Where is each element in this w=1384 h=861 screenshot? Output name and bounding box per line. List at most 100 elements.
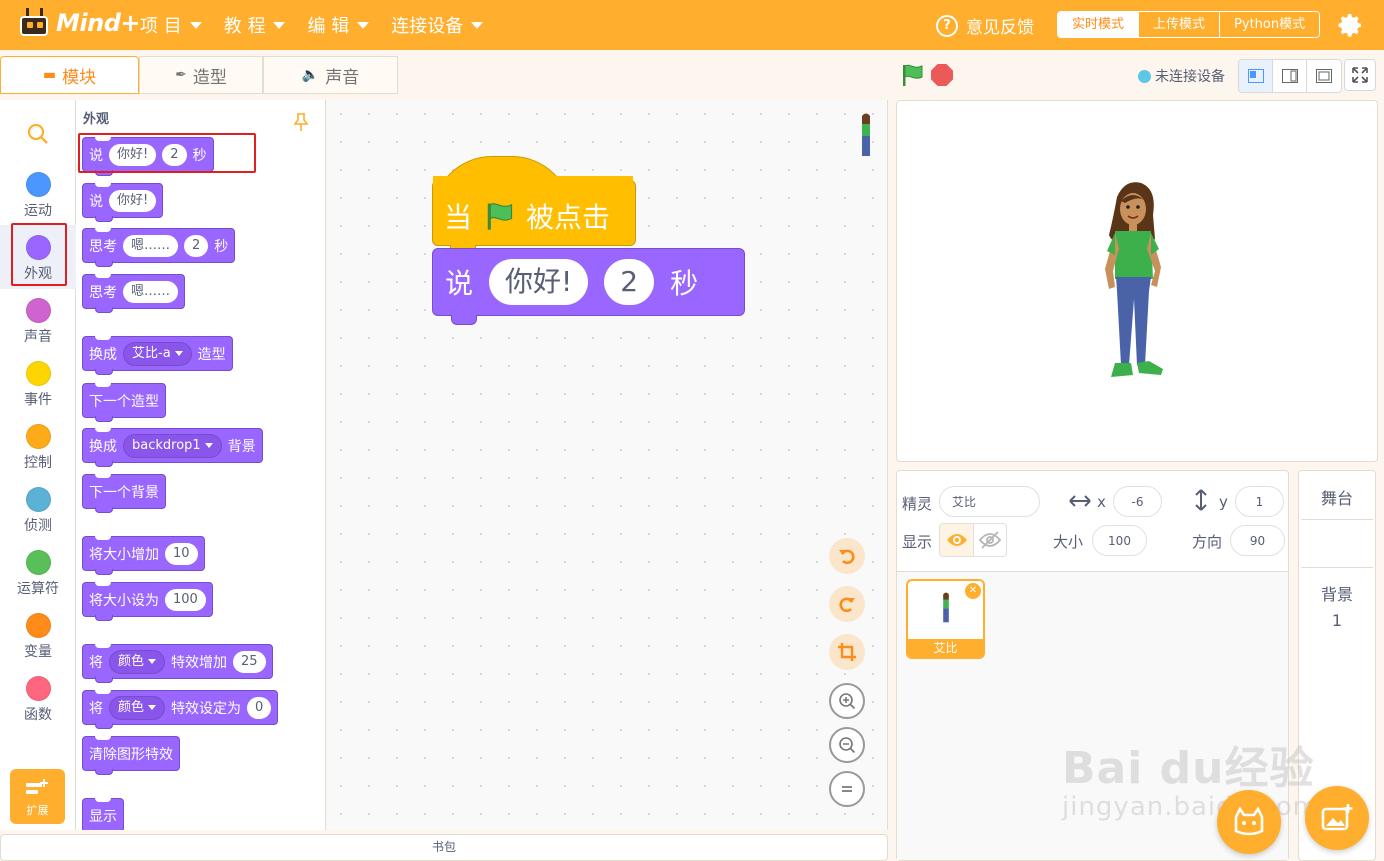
block-think[interactable]: 思考 嗯…… <box>82 274 186 313</box>
sprite-abby-image <box>1105 182 1163 377</box>
script-area[interactable]: 当 被点击 说 你好! 2 秒 <box>327 100 888 830</box>
menu-edit[interactable]: 编 辑 <box>307 12 370 38</box>
crop-button[interactable] <box>829 634 865 670</box>
mode-upload[interactable]: 上传模式 <box>1138 12 1220 37</box>
menu-project[interactable]: 项 目 <box>140 12 202 38</box>
block-clear-effects[interactable]: 清除图形特效 <box>82 736 180 775</box>
menu-tutorial[interactable]: 教 程 <box>224 12 286 38</box>
mode-realtime[interactable]: 实时模式 <box>1058 12 1139 37</box>
block-show[interactable]: 显示 <box>82 798 124 830</box>
sprite-name-input[interactable]: 艾比 <box>939 486 1040 517</box>
hat-block-when-flag-clicked[interactable]: 当 被点击 <box>432 156 636 253</box>
show-sprite-button[interactable] <box>940 524 973 556</box>
direction-label: 方向 <box>1192 533 1223 551</box>
layout-large-stage-button[interactable] <box>1307 60 1341 92</box>
block-text: 将大小设为 <box>89 592 159 609</box>
redo-button[interactable] <box>829 586 865 622</box>
connection-status-label: 未连接设备 <box>1155 69 1225 85</box>
category-label: 运动 <box>24 203 52 219</box>
undo-button[interactable] <box>829 538 865 574</box>
category-sound[interactable]: 声音 <box>0 298 76 346</box>
block-input-number[interactable]: 10 <box>165 542 198 565</box>
category-label: 控制 <box>24 455 52 471</box>
tab-sounds-label: 声音 <box>325 67 360 88</box>
add-backdrop-button[interactable] <box>1305 786 1369 850</box>
block-input-number[interactable]: 0 <box>247 696 272 719</box>
direction-input[interactable]: 90 <box>1230 525 1285 556</box>
block-change-size[interactable]: 将大小增加 10 <box>82 536 205 575</box>
block-text: 特效增加 <box>171 654 228 671</box>
block-input-message[interactable]: 嗯…… <box>123 280 179 303</box>
dropdown-value: 颜色 <box>118 699 145 715</box>
sprite-card[interactable]: ✕ 艾比 <box>906 579 985 659</box>
delete-sprite-icon[interactable]: ✕ <box>965 583 981 599</box>
category-motion[interactable]: 运动 <box>0 172 76 220</box>
y-label: y <box>1219 493 1228 511</box>
category-dot <box>25 361 51 386</box>
costume-dropdown[interactable]: 艾比-a <box>123 341 192 366</box>
stage-canvas[interactable] <box>896 100 1378 462</box>
block-set-effect[interactable]: 将 颜色 特效设定为 0 <box>82 690 279 729</box>
block-think-for-secs[interactable]: 思考 嗯…… 2 秒 <box>82 228 236 267</box>
effect-dropdown[interactable]: 颜色 <box>109 649 166 674</box>
stop-icon[interactable] <box>931 64 953 86</box>
y-input[interactable]: 1 <box>1235 486 1284 517</box>
zoom-reset-button[interactable] <box>829 771 865 807</box>
block-input-secs[interactable]: 2 <box>604 259 655 305</box>
category-sensing[interactable]: 侦测 <box>0 487 76 535</box>
category-control[interactable]: 控制 <box>0 424 76 472</box>
hide-sprite-button[interactable] <box>973 524 1006 556</box>
watermark-text: Bai du经验 <box>1062 743 1315 794</box>
sprite-thumbnail-icon <box>943 592 949 623</box>
tab-blocks[interactable]: ▬ 模块 <box>0 56 139 94</box>
backpack-bar[interactable]: 书包 <box>0 834 888 861</box>
size-input[interactable]: 100 <box>1092 525 1147 556</box>
green-flag-icon[interactable] <box>900 63 924 87</box>
block-switch-backdrop[interactable]: 换成 backdrop1 背景 <box>82 428 263 467</box>
category-variables[interactable]: 变量 <box>0 613 76 661</box>
zoom-out-button[interactable] <box>829 727 865 763</box>
effect-dropdown[interactable]: 颜色 <box>109 695 166 720</box>
category-functions[interactable]: 函数 <box>0 676 76 724</box>
block-next-costume[interactable]: 下一个造型 <box>82 383 166 422</box>
block-input-message[interactable]: 你好! <box>109 189 157 212</box>
caret-down-icon <box>174 351 183 356</box>
block-switch-costume[interactable]: 换成 艾比-a 造型 <box>82 336 233 375</box>
app-logo[interactable]: Mind+ <box>18 8 140 38</box>
fullscreen-button[interactable] <box>1344 59 1376 91</box>
block-next-backdrop[interactable]: 下一个背景 <box>82 474 166 513</box>
gear-icon[interactable] <box>1337 12 1363 38</box>
block-change-effect[interactable]: 将 颜色 特效增加 25 <box>82 644 273 683</box>
category-operators[interactable]: 运算符 <box>0 550 76 598</box>
block-text: 当 <box>444 201 473 234</box>
layout-normal-stage-button[interactable] <box>1273 60 1307 92</box>
script-block-say-for-secs[interactable]: 说 你好! 2 秒 <box>432 248 745 316</box>
fullscreen-icon <box>1352 67 1368 83</box>
search-icon[interactable] <box>26 122 50 146</box>
category-events[interactable]: 事件 <box>0 361 76 409</box>
block-input-message[interactable]: 你好! <box>489 259 589 305</box>
backdrop-dropdown[interactable]: backdrop1 <box>123 433 222 458</box>
feedback-button[interactable]: ? 意见反馈 <box>936 13 1034 38</box>
add-sprite-button[interactable] <box>1217 790 1281 854</box>
block-say[interactable]: 说 你好! <box>82 183 164 222</box>
block-input-number[interactable]: 100 <box>165 588 206 611</box>
block-set-size[interactable]: 将大小设为 100 <box>82 582 213 621</box>
mode-python[interactable]: Python模式 <box>1219 12 1320 37</box>
tab-costumes[interactable]: ✒ 造型 <box>139 56 263 94</box>
x-label: x <box>1097 493 1106 511</box>
extension-button[interactable]: 扩展 <box>10 769 65 824</box>
block-input-number[interactable]: 25 <box>233 650 266 673</box>
tab-costumes-label: 造型 <box>192 67 227 88</box>
pin-icon[interactable] <box>292 112 310 132</box>
zoom-in-button[interactable] <box>829 683 865 719</box>
layout-small-stage-button[interactable] <box>1239 60 1273 92</box>
menu-connect-device[interactable]: 连接设备 <box>391 12 484 38</box>
x-input[interactable]: -6 <box>1113 486 1162 517</box>
block-input-message[interactable]: 嗯…… <box>123 234 179 257</box>
editor-tabs: ▬ 模块 ✒ 造型 🔈 声音 <box>0 56 398 96</box>
cat-sprite-icon <box>1234 807 1264 836</box>
tab-sounds[interactable]: 🔈 声音 <box>263 56 398 94</box>
block-input-secs[interactable]: 2 <box>184 234 209 257</box>
caret-down-icon <box>273 21 286 29</box>
